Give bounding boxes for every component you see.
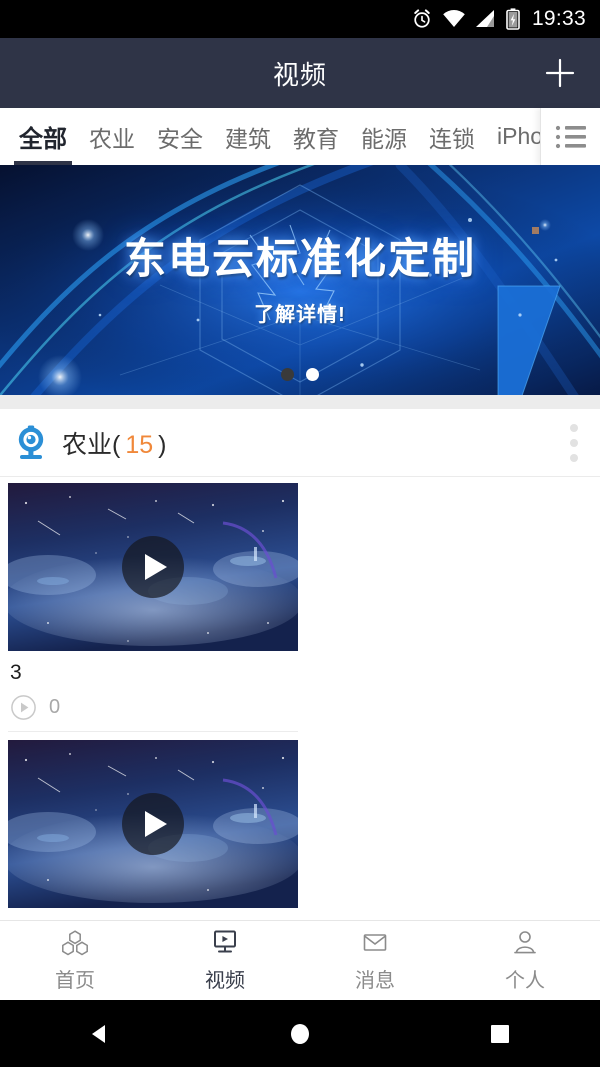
tab-label: 农业: [89, 125, 135, 152]
battery-charging-icon: [506, 8, 520, 30]
phone-screen: 19:33 视频 全部 农业 安全 建筑 教育 能源 连锁 iPhone: [0, 0, 600, 1067]
tab-label: 全部: [19, 126, 67, 153]
nav-item-video[interactable]: 视频: [150, 921, 300, 1000]
tab-energy[interactable]: 能源: [350, 108, 418, 165]
play-circle-icon: [11, 695, 36, 721]
back-triangle-icon: [92, 1024, 105, 1043]
carousel-dot-1[interactable]: [281, 368, 294, 381]
tab-label: 能源: [361, 125, 407, 152]
add-button[interactable]: [538, 51, 582, 95]
person-icon: [514, 930, 536, 953]
nav-item-home[interactable]: 首页: [0, 921, 150, 1000]
promo-banner-carousel[interactable]: 东电云标准化定制 了解详情!: [0, 165, 600, 395]
section-divider: [0, 395, 600, 409]
tab-construction[interactable]: 建筑: [214, 108, 282, 165]
alarm-icon: [411, 8, 433, 30]
video-grid: 3 0: [0, 477, 600, 920]
section-close-paren: ): [158, 430, 167, 459]
nav-item-messages[interactable]: 消息: [300, 921, 450, 1000]
carousel-dots: [0, 368, 600, 381]
app-bar: 视频: [0, 38, 600, 108]
kebab-dot: [570, 453, 578, 462]
status-bar: 19:33: [0, 0, 600, 38]
section-title: 农业(15): [62, 425, 166, 461]
play-button-overlay[interactable]: [122, 536, 184, 598]
video-thumbnail[interactable]: [8, 483, 298, 651]
tab-label: 建筑: [225, 125, 271, 152]
nav-label: 个人: [505, 969, 545, 992]
wifi-icon: [442, 9, 466, 29]
kebab-menu-icon[interactable]: [564, 418, 584, 468]
section-name: 农业: [62, 430, 113, 459]
nav-label: 消息: [355, 969, 395, 992]
tab-label: 连锁: [429, 125, 475, 152]
signal-icon: [475, 9, 497, 29]
nav-label: 首页: [55, 969, 95, 992]
section-header-agriculture[interactable]: 农业(15): [0, 409, 600, 477]
tab-label: iPhone: [497, 123, 540, 149]
envelope-icon: [363, 933, 387, 951]
android-system-nav: [0, 1000, 600, 1067]
tab-security[interactable]: 安全: [146, 108, 214, 165]
play-triangle-icon: [144, 811, 167, 838]
system-back-button[interactable]: [60, 1000, 140, 1067]
plus-icon: [545, 58, 575, 88]
tab-agriculture[interactable]: 农业: [78, 108, 146, 165]
nav-label: 视频: [205, 969, 245, 992]
tab-all[interactable]: 全部: [8, 108, 78, 165]
page-title: 视频: [272, 59, 327, 90]
section-open-paren: (: [112, 430, 121, 459]
home-circle-icon: [291, 1023, 309, 1044]
carousel-dot-2[interactable]: [306, 368, 319, 381]
tab-label: 安全: [157, 125, 203, 152]
recents-square-icon: [491, 1024, 509, 1043]
tab-chain[interactable]: 连锁: [418, 108, 486, 165]
video-card[interactable]: 3 0: [8, 483, 298, 733]
kebab-dot: [570, 438, 578, 447]
video-title: 5: [8, 908, 298, 920]
category-tab-bar: 全部 农业 安全 建筑 教育 能源 连锁 iPhone: [0, 108, 600, 165]
webcam-icon: [14, 425, 48, 461]
video-play-count: 0: [49, 696, 61, 719]
tab-list-menu-button[interactable]: [540, 108, 600, 165]
system-recents-button[interactable]: [460, 1000, 540, 1067]
section-count: 15: [125, 430, 154, 459]
cubes-icon: [62, 929, 88, 955]
system-home-button[interactable]: [260, 1000, 340, 1067]
play-button-overlay[interactable]: [122, 793, 184, 856]
play-triangle-icon: [144, 554, 167, 580]
status-time: 19:33: [531, 7, 586, 30]
kebab-dot: [570, 423, 578, 432]
banner-artwork: [0, 165, 600, 395]
bottom-navigation: 首页 视频 消息 个人: [0, 920, 600, 1000]
tab-iphone[interactable]: iPhone: [486, 108, 540, 165]
tab-label: 教育: [293, 125, 339, 152]
video-card[interactable]: 5 0: [8, 740, 298, 920]
video-content-area: 农业(15) 3 0: [0, 409, 600, 920]
video-monitor-icon: [214, 930, 236, 952]
video-title: 3: [10, 661, 22, 684]
video-thumbnail[interactable]: [8, 740, 298, 909]
tab-education[interactable]: 教育: [282, 108, 350, 165]
list-menu-icon: [555, 125, 586, 148]
nav-item-profile[interactable]: 个人: [450, 921, 600, 1000]
video-meta: 0: [8, 685, 298, 733]
tab-scroll-container[interactable]: 全部 农业 安全 建筑 教育 能源 连锁 iPhone: [0, 108, 540, 165]
